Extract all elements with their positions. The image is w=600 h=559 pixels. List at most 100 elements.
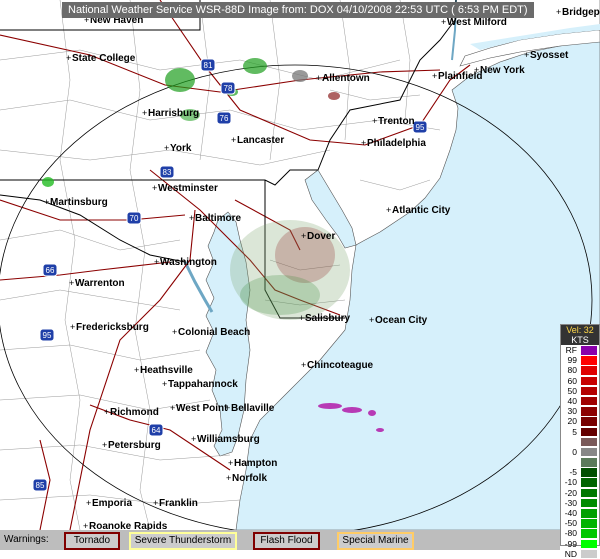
city-colonial-beach: + Colonial Beach bbox=[172, 327, 250, 338]
city-marker-icon: + bbox=[172, 327, 177, 337]
city-harrisburg: + Harrisburg bbox=[142, 108, 199, 119]
legend-label: 0 bbox=[572, 446, 577, 457]
city-fredericksburg: + Fredericksburg bbox=[70, 322, 149, 333]
interstate-shield-icon: 83 bbox=[159, 165, 175, 179]
legend-swatch bbox=[581, 539, 597, 549]
city-label: Atlantic City bbox=[392, 205, 451, 216]
city-marker-icon: + bbox=[361, 138, 366, 148]
legend-swatch bbox=[581, 447, 597, 457]
legend-swatch bbox=[581, 468, 597, 477]
city-hampton: + Hampton bbox=[228, 458, 277, 469]
legend-row: RF bbox=[561, 345, 599, 355]
city-trenton: + Trenton bbox=[372, 116, 415, 127]
legend-swatch bbox=[581, 437, 597, 447]
city-franklin: + Franklin bbox=[153, 498, 198, 509]
legend-row: 80 bbox=[561, 365, 599, 375]
city-label: West Point bbox=[176, 403, 228, 414]
legend-row: 0 bbox=[561, 447, 599, 457]
legend-label: RF bbox=[565, 345, 577, 355]
city-roanoke-rapids: + Roanoke Rapids bbox=[83, 521, 168, 530]
city-marker-icon: + bbox=[153, 498, 158, 508]
interstate-shield-icon: 85 bbox=[32, 478, 48, 492]
interstate-number: 83 bbox=[163, 168, 172, 177]
city-bellaville: + Bellaville bbox=[225, 403, 275, 414]
special-marine-warning-button[interactable]: Special Marine bbox=[337, 532, 414, 550]
city-marker-icon: + bbox=[142, 108, 147, 118]
legend-label: -10 bbox=[564, 477, 577, 488]
severe-thunderstorm-warning-button[interactable]: Severe Thunderstorm bbox=[129, 532, 237, 550]
city-heathsville: + Heathsville bbox=[134, 365, 193, 376]
legend-label: -40 bbox=[564, 508, 577, 518]
legend-swatch bbox=[581, 417, 597, 426]
city-petersburg: + Petersburg bbox=[102, 440, 161, 451]
city-marker-icon: + bbox=[386, 205, 391, 215]
legend-row: 99 bbox=[561, 355, 599, 365]
legend-label: -5 bbox=[569, 467, 577, 478]
legend-swatch bbox=[581, 498, 597, 508]
city-marker-icon: + bbox=[70, 322, 75, 332]
city-martinsburg: + Martinsburg bbox=[44, 197, 108, 208]
city-allentown: + Allentown bbox=[316, 73, 370, 84]
legend-swatch bbox=[581, 396, 597, 406]
interstate-shield-icon: 95 bbox=[39, 328, 55, 342]
city-marker-icon: + bbox=[102, 440, 107, 450]
legend-label: ND bbox=[564, 548, 577, 559]
city-williamsburg: + Williamsburg bbox=[191, 434, 260, 445]
legend-title: Vel: 32 bbox=[566, 325, 594, 335]
city-marker-icon: + bbox=[369, 315, 374, 325]
interstate-shield-icon: 70 bbox=[126, 211, 142, 225]
legend-swatch bbox=[581, 366, 597, 375]
city-marker-icon: + bbox=[301, 360, 306, 370]
interstate-shield-icon: 81 bbox=[200, 58, 216, 72]
city-marker-icon: + bbox=[83, 521, 88, 530]
city-label: Westminster bbox=[158, 183, 218, 194]
city-label: Warrenton bbox=[75, 278, 125, 289]
legend-label: 60 bbox=[567, 375, 577, 386]
legend-swatch bbox=[581, 376, 597, 386]
interstate-shield-icon: 76 bbox=[216, 111, 232, 125]
interstate-number: 64 bbox=[152, 426, 161, 435]
city-state-college: + State College bbox=[66, 53, 136, 64]
legend-row: ND bbox=[561, 549, 599, 559]
city-label: Washington bbox=[160, 257, 217, 268]
legend-header: Vel: 32 KTS bbox=[561, 325, 599, 345]
tornado-warning-button[interactable]: Tornado bbox=[64, 532, 120, 550]
city-label: Bridgeport bbox=[562, 7, 600, 18]
city-lancaster: + Lancaster bbox=[231, 135, 284, 146]
city-bridgeport: +Bridgeport bbox=[556, 7, 600, 18]
flash-flood-warning-button[interactable]: Flash Flood bbox=[253, 532, 320, 550]
city-marker-icon: + bbox=[301, 231, 306, 241]
city-marker-icon: + bbox=[226, 473, 231, 483]
city-plainfield: + Plainfield bbox=[432, 71, 482, 82]
legend-swatch bbox=[581, 509, 597, 518]
legend-swatch bbox=[581, 346, 597, 355]
city-marker-icon: + bbox=[154, 257, 159, 267]
city-warrenton: + Warrenton bbox=[69, 278, 125, 289]
city-norfolk: + Norfolk bbox=[226, 473, 267, 484]
legend-label: 50 bbox=[567, 385, 577, 396]
city-label: Franklin bbox=[159, 498, 198, 509]
radar-title-bar: National Weather Service WSR-88D Image f… bbox=[62, 2, 534, 18]
legend-label: -99 bbox=[564, 538, 577, 549]
city-label: Fredericksburg bbox=[76, 322, 149, 333]
city-label: Syosset bbox=[530, 50, 569, 61]
city-label: Martinsburg bbox=[50, 197, 108, 208]
interstate-number: 66 bbox=[46, 266, 55, 275]
city-marker-icon: + bbox=[299, 313, 304, 323]
city-label: Dover bbox=[307, 231, 335, 242]
legend-swatch bbox=[581, 488, 597, 498]
city-atlantic-city: + Atlantic City bbox=[386, 205, 451, 216]
city-marker-icon: + bbox=[86, 498, 91, 508]
city-label: Richmond bbox=[110, 407, 159, 418]
legend-label: 20 bbox=[567, 416, 577, 427]
city-marker-icon: + bbox=[189, 213, 194, 223]
interstate-number: 85 bbox=[36, 481, 45, 490]
city-marker-icon: + bbox=[44, 197, 49, 207]
city-label: Roanoke Rapids bbox=[89, 521, 168, 530]
interstate-number: 70 bbox=[130, 214, 139, 223]
legend-row: 5 bbox=[561, 427, 599, 437]
legend-label: -50 bbox=[564, 518, 577, 529]
city-ocean-city: + Ocean City bbox=[369, 315, 428, 326]
legend-swatch bbox=[581, 458, 597, 467]
city-marker-icon: + bbox=[225, 403, 230, 413]
